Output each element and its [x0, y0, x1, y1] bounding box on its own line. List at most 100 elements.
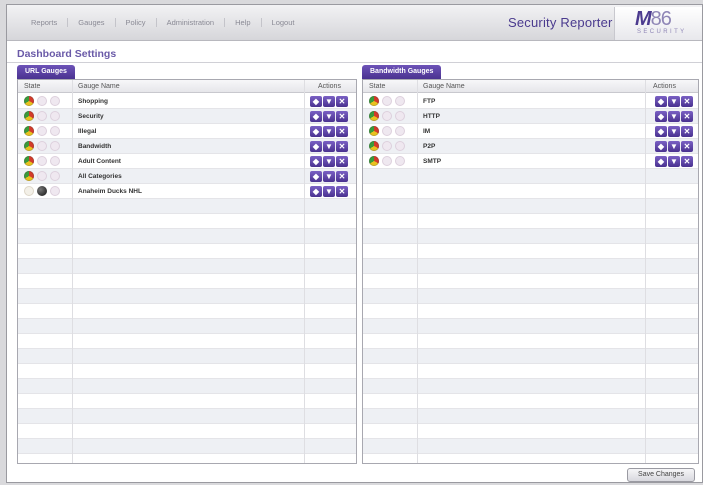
state-off-icon[interactable] — [395, 96, 405, 106]
empty-row — [363, 244, 698, 259]
nav-logout[interactable]: Logout — [262, 18, 305, 27]
state-off-icon[interactable] — [395, 111, 405, 121]
state-indicator[interactable] — [24, 111, 60, 121]
state-indicator[interactable] — [369, 126, 405, 136]
state-off-icon[interactable] — [50, 141, 60, 151]
view-icon[interactable]: ▼ — [323, 141, 335, 152]
save-changes-button[interactable]: Save Changes — [627, 468, 695, 482]
edit-icon[interactable]: ◆ — [655, 126, 667, 137]
edit-icon[interactable]: ◆ — [310, 96, 322, 107]
state-indicator[interactable] — [24, 96, 60, 106]
view-icon[interactable]: ▼ — [323, 156, 335, 167]
row-actions: ◆ ▼ ✕ — [310, 141, 348, 152]
edit-icon[interactable]: ◆ — [310, 141, 322, 152]
view-icon[interactable]: ▼ — [668, 126, 680, 137]
view-icon[interactable]: ▼ — [668, 156, 680, 167]
state-off-icon[interactable] — [50, 126, 60, 136]
state-color-icon[interactable] — [369, 96, 379, 106]
empty-row — [363, 409, 698, 424]
delete-icon[interactable]: ✕ — [681, 111, 693, 122]
main-menu: Reports Gauges Policy Administration Hel… — [21, 18, 304, 27]
delete-icon[interactable]: ✕ — [336, 156, 348, 167]
state-indicator[interactable] — [24, 141, 60, 151]
edit-icon[interactable]: ◆ — [655, 141, 667, 152]
view-icon[interactable]: ▼ — [323, 171, 335, 182]
tab-bandwidth-gauges[interactable]: Bandwidth Gauges — [362, 65, 442, 79]
nav-help[interactable]: Help — [225, 18, 262, 27]
delete-icon[interactable]: ✕ — [336, 126, 348, 137]
state-indicator[interactable] — [24, 186, 60, 196]
nav-administration[interactable]: Administration — [157, 18, 226, 27]
nav-policy[interactable]: Policy — [116, 18, 157, 27]
state-mono-icon[interactable] — [382, 156, 392, 166]
header-actions: Actions — [318, 83, 341, 90]
state-off-icon[interactable] — [50, 156, 60, 166]
delete-icon[interactable]: ✕ — [336, 96, 348, 107]
edit-icon[interactable]: ◆ — [310, 171, 322, 182]
state-mono-icon[interactable] — [37, 171, 47, 181]
state-color-icon[interactable] — [24, 111, 34, 121]
view-icon[interactable]: ▼ — [323, 126, 335, 137]
delete-icon[interactable]: ✕ — [681, 126, 693, 137]
edit-icon[interactable]: ◆ — [310, 111, 322, 122]
state-color-icon[interactable] — [24, 96, 34, 106]
state-indicator[interactable] — [369, 156, 405, 166]
state-indicator[interactable] — [369, 111, 405, 121]
state-off-icon[interactable] — [395, 141, 405, 151]
state-color-icon[interactable] — [24, 186, 34, 196]
state-off-icon[interactable] — [50, 186, 60, 196]
gauge-name: Security — [78, 113, 104, 120]
state-mono-icon[interactable] — [382, 141, 392, 151]
state-color-icon[interactable] — [369, 111, 379, 121]
state-indicator[interactable] — [369, 96, 405, 106]
state-color-icon[interactable] — [369, 126, 379, 136]
delete-icon[interactable]: ✕ — [336, 111, 348, 122]
state-off-icon[interactable] — [395, 126, 405, 136]
state-mono-icon[interactable] — [382, 96, 392, 106]
state-indicator[interactable] — [24, 171, 60, 181]
tab-url-gauges[interactable]: URL Gauges — [17, 65, 75, 79]
state-color-icon[interactable] — [24, 156, 34, 166]
state-off-icon[interactable] — [50, 96, 60, 106]
state-mono-icon[interactable] — [37, 186, 47, 196]
view-icon[interactable]: ▼ — [668, 141, 680, 152]
state-color-icon[interactable] — [24, 171, 34, 181]
view-icon[interactable]: ▼ — [323, 111, 335, 122]
delete-icon[interactable]: ✕ — [681, 96, 693, 107]
state-off-icon[interactable] — [50, 111, 60, 121]
edit-icon[interactable]: ◆ — [310, 126, 322, 137]
state-indicator[interactable] — [24, 156, 60, 166]
state-color-icon[interactable] — [24, 141, 34, 151]
state-mono-icon[interactable] — [382, 126, 392, 136]
edit-icon[interactable]: ◆ — [655, 111, 667, 122]
state-mono-icon[interactable] — [37, 111, 47, 121]
delete-icon[interactable]: ✕ — [336, 141, 348, 152]
state-color-icon[interactable] — [24, 126, 34, 136]
view-icon[interactable]: ▼ — [668, 96, 680, 107]
nav-reports[interactable]: Reports — [21, 18, 69, 27]
state-indicator[interactable] — [24, 126, 60, 136]
delete-icon[interactable]: ✕ — [681, 156, 693, 167]
state-indicator[interactable] — [369, 141, 405, 151]
delete-icon[interactable]: ✕ — [681, 141, 693, 152]
delete-icon[interactable]: ✕ — [336, 171, 348, 182]
state-color-icon[interactable] — [369, 141, 379, 151]
state-mono-icon[interactable] — [37, 96, 47, 106]
state-mono-icon[interactable] — [37, 126, 47, 136]
edit-icon[interactable]: ◆ — [655, 156, 667, 167]
view-icon[interactable]: ▼ — [668, 111, 680, 122]
edit-icon[interactable]: ◆ — [310, 186, 322, 197]
state-mono-icon[interactable] — [382, 111, 392, 121]
app-title: Security Reporter — [508, 15, 613, 30]
edit-icon[interactable]: ◆ — [310, 156, 322, 167]
delete-icon[interactable]: ✕ — [336, 186, 348, 197]
view-icon[interactable]: ▼ — [323, 96, 335, 107]
nav-gauges[interactable]: Gauges — [68, 18, 116, 27]
edit-icon[interactable]: ◆ — [655, 96, 667, 107]
view-icon[interactable]: ▼ — [323, 186, 335, 197]
state-off-icon[interactable] — [395, 156, 405, 166]
state-mono-icon[interactable] — [37, 156, 47, 166]
state-color-icon[interactable] — [369, 156, 379, 166]
state-mono-icon[interactable] — [37, 141, 47, 151]
state-off-icon[interactable] — [50, 171, 60, 181]
